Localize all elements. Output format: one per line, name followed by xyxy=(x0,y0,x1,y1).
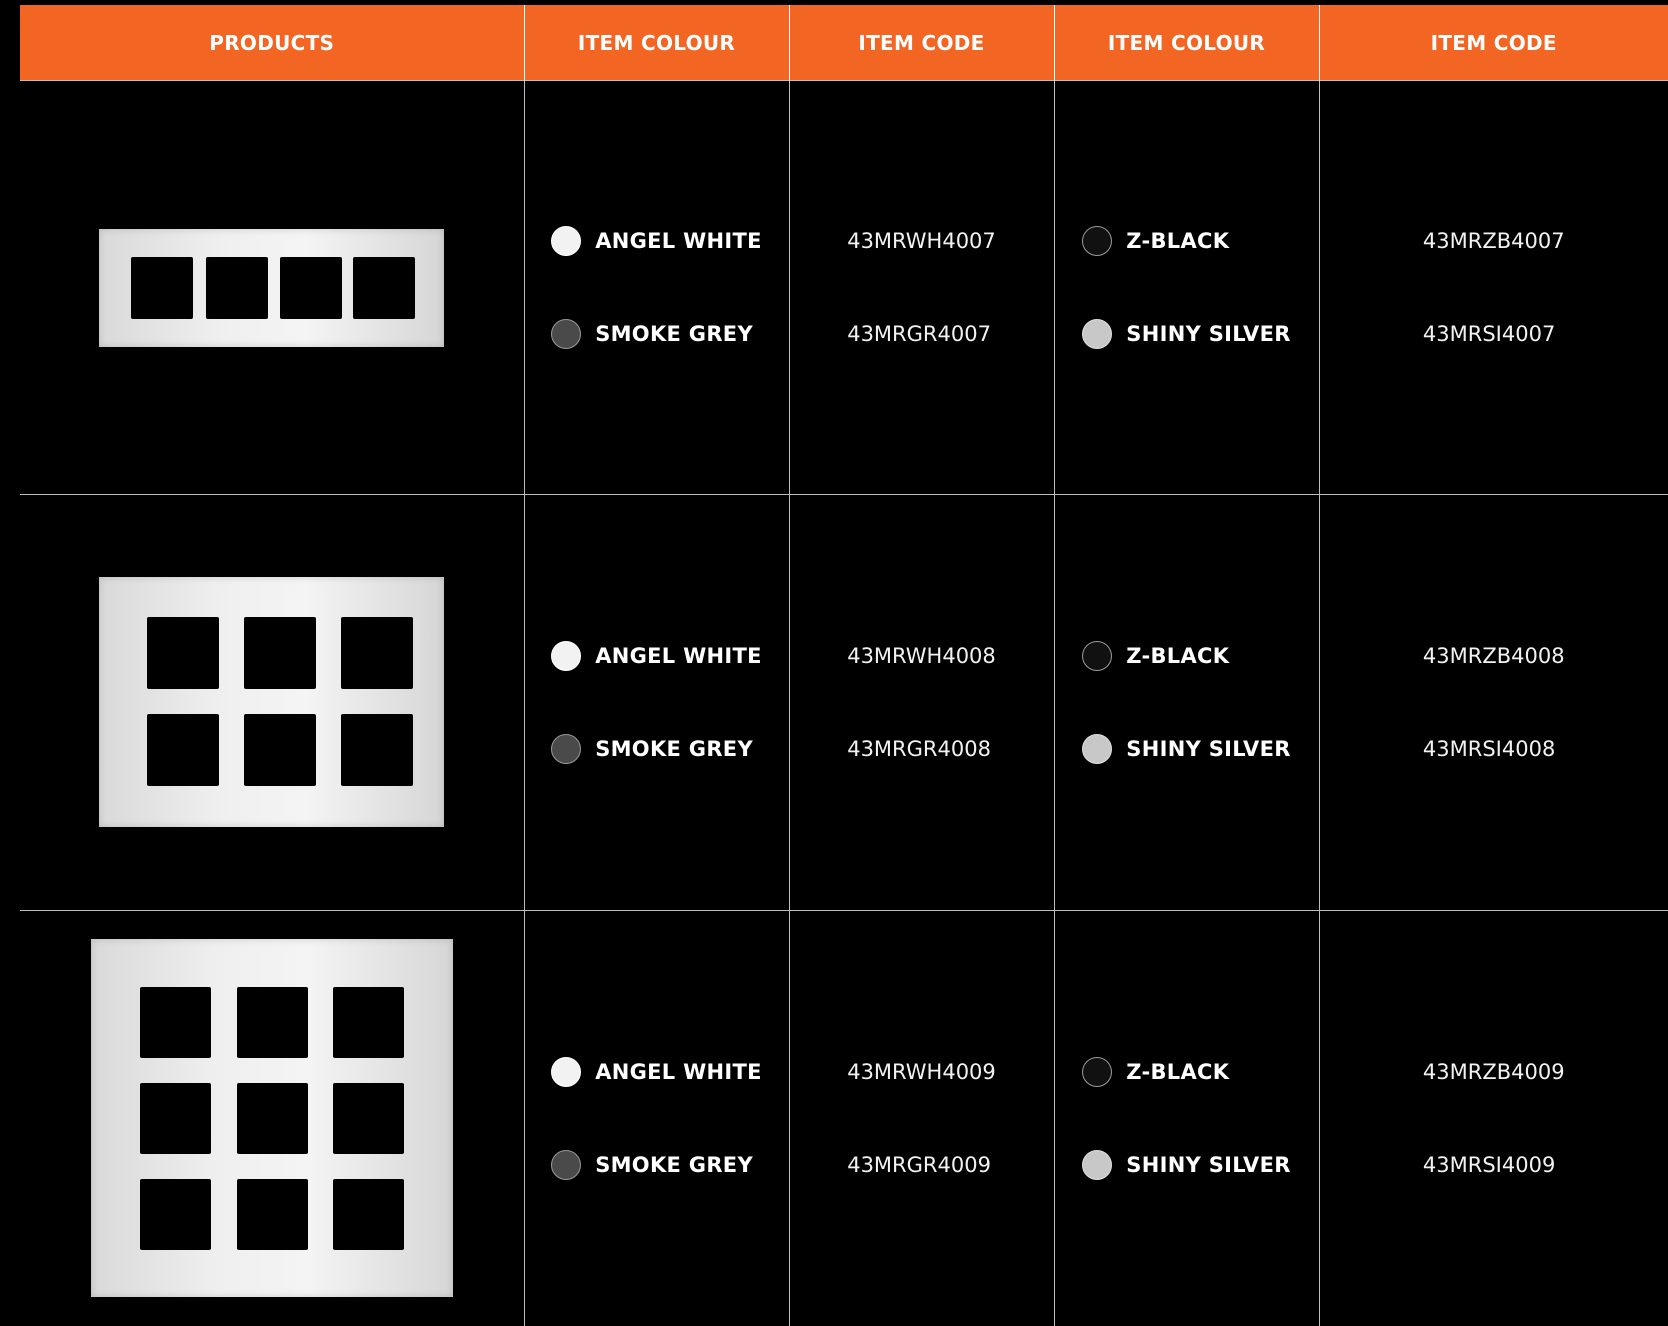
item-code: 43MRGR4008 xyxy=(847,736,991,761)
code-cell: 43MRZB4009 43MRSI4009 xyxy=(1318,909,1668,1326)
product-cell xyxy=(20,79,525,496)
colour-name: Z-BLACK xyxy=(1126,229,1230,254)
item-code: 43MRSI4008 xyxy=(1422,736,1556,761)
colour-swatch-icon xyxy=(1082,1056,1113,1087)
table-row: ANGEL WHITE SMOKE GREY 43MRWH4007 43MRGR… xyxy=(20,79,1668,496)
code-cell: 43MRZB4008 43MRSI4008 xyxy=(1318,494,1668,911)
colour-option: Z-BLACK xyxy=(1082,221,1290,261)
colour-cell: ANGEL WHITE SMOKE GREY xyxy=(523,494,790,911)
product-cell xyxy=(20,494,525,911)
header-item-code: ITEM CODE xyxy=(1318,5,1668,81)
code-cell: 43MRWH4009 43MRGR4009 xyxy=(788,909,1055,1326)
6-module-plate-icon xyxy=(99,577,445,828)
colour-swatch-icon xyxy=(1082,319,1113,350)
header-products: PRODUCTS xyxy=(20,5,524,81)
product-cell xyxy=(20,909,525,1326)
colour-swatch-icon xyxy=(551,1149,582,1180)
item-code: 43MRWH4008 xyxy=(847,643,996,668)
colour-name: SMOKE GREY xyxy=(595,736,753,761)
9-module-plate-icon xyxy=(90,939,453,1298)
colour-name: ANGEL WHITE xyxy=(595,1059,762,1084)
table-row: ANGEL WHITE SMOKE GREY 43MRWH4009 43MRGR… xyxy=(20,909,1668,1326)
table-row: ANGEL WHITE SMOKE GREY 43MRWH4008 43MRGR… xyxy=(20,494,1668,911)
colour-option: SMOKE GREY xyxy=(551,1145,762,1185)
item-code: 43MRGR4007 xyxy=(847,322,991,347)
colour-swatch-icon xyxy=(1082,640,1113,671)
colour-swatch-icon xyxy=(1082,226,1113,257)
colour-option: SHINY SILVER xyxy=(1082,314,1290,354)
item-code: 43MRWH4009 xyxy=(847,1059,996,1084)
item-code: 43MRSI4009 xyxy=(1422,1152,1556,1177)
colour-option: ANGEL WHITE xyxy=(551,1052,762,1092)
header-row: PRODUCTS ITEM COLOUR ITEM CODE ITEM COLO… xyxy=(20,5,1668,81)
colour-option: ANGEL WHITE xyxy=(551,221,762,261)
colour-swatch-icon xyxy=(551,733,582,764)
colour-name: ANGEL WHITE xyxy=(595,229,762,254)
colour-name: SMOKE GREY xyxy=(595,322,753,347)
colour-option: SHINY SILVER xyxy=(1082,729,1290,769)
4-module-plate-icon xyxy=(99,228,445,347)
code-cell: 43MRZB4007 43MRSI4007 xyxy=(1318,79,1668,496)
header-item-colour: ITEM COLOUR xyxy=(523,5,789,81)
item-code: 43MRGR4009 xyxy=(847,1152,991,1177)
colour-cell: Z-BLACK SHINY SILVER xyxy=(1053,494,1320,911)
colour-cell: ANGEL WHITE SMOKE GREY xyxy=(523,909,790,1326)
colour-option: SMOKE GREY xyxy=(551,314,762,354)
colour-option: Z-BLACK xyxy=(1082,1052,1290,1092)
colour-swatch-icon xyxy=(551,319,582,350)
colour-option: SMOKE GREY xyxy=(551,729,762,769)
colour-name: SHINY SILVER xyxy=(1126,736,1291,761)
colour-swatch-icon xyxy=(1082,1149,1113,1180)
colour-name: SHINY SILVER xyxy=(1126,322,1291,347)
colour-cell: ANGEL WHITE SMOKE GREY xyxy=(523,79,790,496)
colour-swatch-icon xyxy=(551,226,582,257)
colour-swatch-icon xyxy=(551,640,582,671)
colour-name: SHINY SILVER xyxy=(1126,1152,1291,1177)
header-item-code: ITEM CODE xyxy=(788,5,1054,81)
colour-option: Z-BLACK xyxy=(1082,636,1290,676)
colour-name: Z-BLACK xyxy=(1126,1059,1230,1084)
product-table: PRODUCTS ITEM COLOUR ITEM CODE ITEM COLO… xyxy=(20,5,1668,1326)
code-cell: 43MRWH4007 43MRGR4007 xyxy=(788,79,1055,496)
colour-swatch-icon xyxy=(551,1056,582,1087)
colour-cell: Z-BLACK SHINY SILVER xyxy=(1053,79,1320,496)
item-code: 43MRSI4007 xyxy=(1422,322,1556,347)
code-cell: 43MRWH4008 43MRGR4008 xyxy=(788,494,1055,911)
colour-name: SMOKE GREY xyxy=(595,1152,753,1177)
item-code: 43MRZB4009 xyxy=(1422,1059,1565,1084)
colour-swatch-icon xyxy=(1082,733,1113,764)
header-item-colour: ITEM COLOUR xyxy=(1053,5,1319,81)
item-code: 43MRZB4008 xyxy=(1422,643,1565,668)
colour-name: Z-BLACK xyxy=(1126,643,1230,668)
colour-option: SHINY SILVER xyxy=(1082,1145,1290,1185)
colour-name: ANGEL WHITE xyxy=(595,643,762,668)
item-code: 43MRZB4007 xyxy=(1422,229,1565,254)
colour-option: ANGEL WHITE xyxy=(551,636,762,676)
item-code: 43MRWH4007 xyxy=(847,229,996,254)
colour-cell: Z-BLACK SHINY SILVER xyxy=(1053,909,1320,1326)
